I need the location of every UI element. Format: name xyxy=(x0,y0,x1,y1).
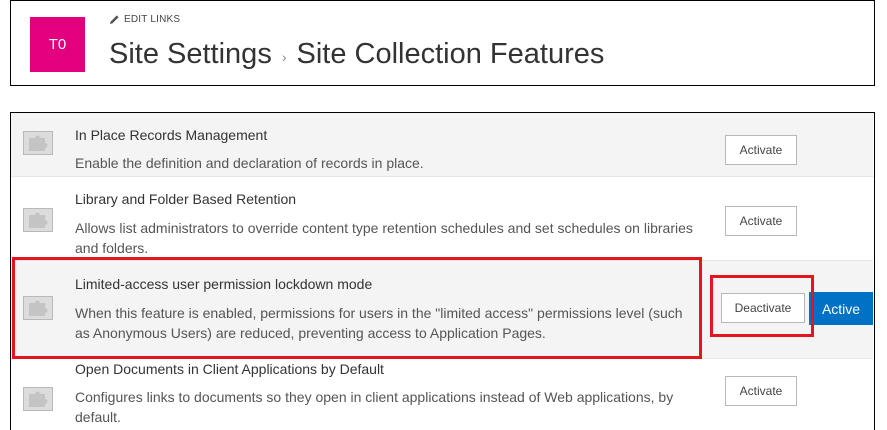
activate-button[interactable]: Activate xyxy=(725,376,797,406)
feature-title: In Place Records Management xyxy=(75,127,268,143)
edit-links-label: EDIT LINKS xyxy=(124,14,181,25)
site-logo-text: T0 xyxy=(48,36,67,53)
edit-links-link[interactable]: EDIT LINKS xyxy=(109,14,180,25)
feature-row-limited-access-lockdown: Limited-access user permission lockdown … xyxy=(11,261,873,359)
feature-row-library-folder-retention: Library and Folder Based Retention Allow… xyxy=(11,177,873,261)
feature-puzzle-icon xyxy=(23,387,53,411)
page-title: Site Collection Features xyxy=(296,38,605,70)
feature-row-in-place-records: In Place Records Management Enable the d… xyxy=(11,113,873,177)
feature-row-open-documents-client: Open Documents in Client Applications by… xyxy=(11,359,873,430)
feature-puzzle-icon xyxy=(23,131,53,155)
breadcrumb-site-settings[interactable]: Site Settings xyxy=(109,38,272,71)
feature-description: Allows list administrators to override c… xyxy=(75,220,693,256)
feature-title: Library and Folder Based Retention xyxy=(75,191,297,207)
pencil-icon xyxy=(109,14,120,25)
site-logo[interactable]: T0 xyxy=(30,17,85,72)
feature-puzzle-icon xyxy=(23,208,53,232)
activate-button[interactable]: Activate xyxy=(725,206,797,236)
feature-title: Limited-access user permission lockdown … xyxy=(75,276,373,292)
breadcrumb: Site Settings › Site Collection Features xyxy=(109,38,604,71)
feature-description: Enable the definition and declaration of… xyxy=(75,155,424,171)
feature-description: When this feature is enabled, permission… xyxy=(75,305,683,341)
page-header: T0 EDIT LINKS Site Settings › Site Colle… xyxy=(10,0,875,86)
features-list: In Place Records Management Enable the d… xyxy=(10,112,875,430)
feature-description: Configures links to documents so they op… xyxy=(75,389,674,425)
active-status-badge: Active xyxy=(809,292,873,325)
feature-title: Open Documents in Client Applications by… xyxy=(75,361,384,377)
activate-button[interactable]: Activate xyxy=(725,135,797,165)
feature-puzzle-icon xyxy=(23,296,53,320)
breadcrumb-separator-icon: › xyxy=(281,48,287,65)
deactivate-button[interactable]: Deactivate xyxy=(721,293,805,323)
